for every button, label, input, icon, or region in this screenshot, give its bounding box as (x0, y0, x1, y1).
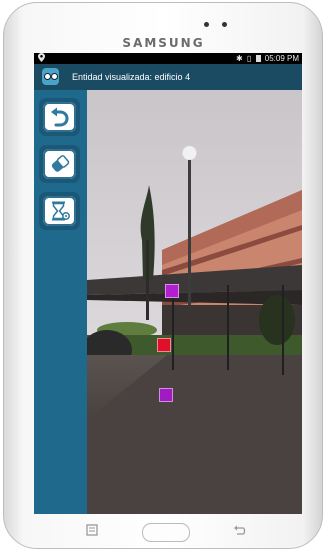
sensor-dot (222, 22, 227, 27)
erase-button[interactable] (39, 145, 80, 183)
camera-view[interactable] (87, 90, 302, 514)
marker-purple-top[interactable] (165, 284, 179, 298)
app-title: Entidad visualizada: edificio 4 (72, 72, 191, 82)
status-bar: ✱ ▯ 05:09 PM (34, 53, 302, 64)
recent-apps-icon[interactable] (86, 523, 98, 542)
screen: ✱ ▯ 05:09 PM Entidad visualizada: edific… (34, 53, 302, 514)
status-time: 05:09 PM (264, 54, 299, 63)
home-button[interactable] (142, 523, 190, 542)
battery-icon (255, 55, 261, 62)
undo-arrow-icon (51, 107, 69, 127)
hourglass-gear-icon (52, 201, 70, 221)
owl-app-icon[interactable] (42, 68, 59, 85)
camera-photo (87, 90, 302, 514)
back-icon[interactable] (233, 523, 247, 542)
camera-dot (204, 22, 209, 27)
marker-red[interactable] (157, 338, 171, 352)
bluetooth-icon: ✱ (235, 54, 243, 63)
undo-button[interactable] (39, 98, 80, 136)
tool-sidebar (34, 90, 87, 514)
marker-purple-bottom[interactable] (159, 388, 173, 402)
timer-settings-button[interactable] (39, 192, 80, 230)
device-brand: SAMSUNG (122, 36, 205, 50)
app-bar: Entidad visualizada: edificio 4 (34, 64, 302, 90)
eraser-icon (51, 155, 70, 172)
vibrate-icon: ▯ (246, 54, 252, 63)
